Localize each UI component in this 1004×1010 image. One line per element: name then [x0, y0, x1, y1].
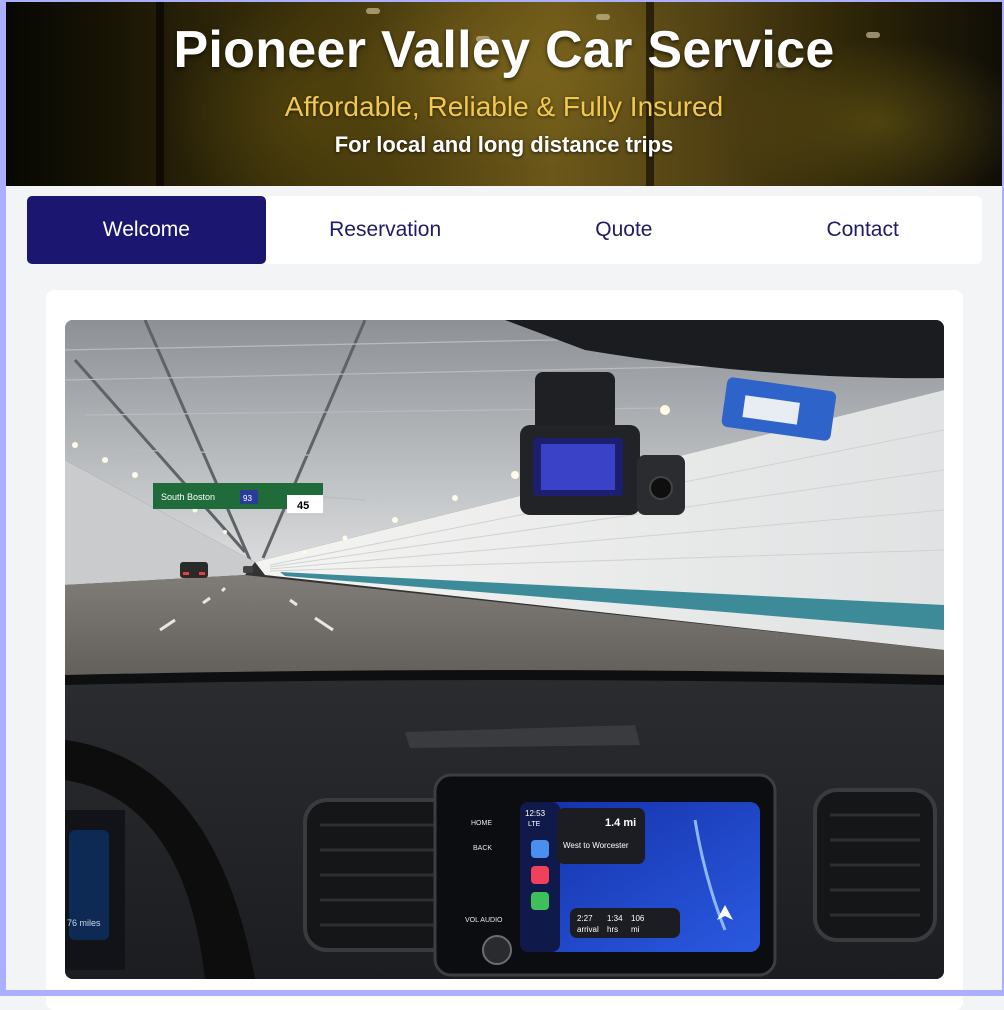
- svg-text:2:27: 2:27: [577, 914, 593, 923]
- site-title: Pioneer Valley Car Service: [173, 21, 835, 79]
- svg-text:mi: mi: [631, 925, 640, 934]
- svg-text:12:53: 12:53: [525, 809, 546, 818]
- tab-quote[interactable]: Quote: [505, 196, 744, 264]
- tab-welcome[interactable]: Welcome: [27, 196, 266, 264]
- svg-text:South Boston: South Boston: [161, 492, 215, 502]
- svg-text:76 miles: 76 miles: [67, 918, 101, 928]
- svg-text:106: 106: [631, 914, 645, 923]
- header-hero: Pioneer Valley Car Service Affordable, R…: [6, 2, 1002, 186]
- tab-reservation[interactable]: Reservation: [266, 196, 505, 264]
- site-subtitle: For local and long distance trips: [334, 132, 674, 157]
- svg-text:VOL AUDIO: VOL AUDIO: [465, 917, 503, 924]
- svg-text:arrival: arrival: [577, 925, 599, 934]
- svg-text:HOME: HOME: [471, 820, 492, 827]
- svg-text:45: 45: [297, 500, 309, 512]
- svg-text:LTE: LTE: [528, 821, 541, 828]
- site-tagline: Affordable, Reliable & Fully Insured: [284, 91, 724, 122]
- svg-text:93: 93: [243, 494, 252, 503]
- svg-text:BACK: BACK: [473, 845, 492, 852]
- svg-text:1:34: 1:34: [607, 914, 623, 923]
- svg-text:West to Worcester: West to Worcester: [563, 841, 629, 850]
- svg-text:hrs: hrs: [607, 925, 618, 934]
- main-nav: Welcome Reservation Quote Contact: [27, 196, 982, 264]
- tunnel-drive-photo: South Boston 93 45 76 miles HOME BACK VO…: [65, 320, 944, 979]
- tab-contact[interactable]: Contact: [743, 196, 982, 264]
- tunnel-drive-illustration: South Boston 93 45 76 miles HOME BACK VO…: [65, 320, 944, 979]
- svg-text:1.4 mi: 1.4 mi: [605, 817, 636, 829]
